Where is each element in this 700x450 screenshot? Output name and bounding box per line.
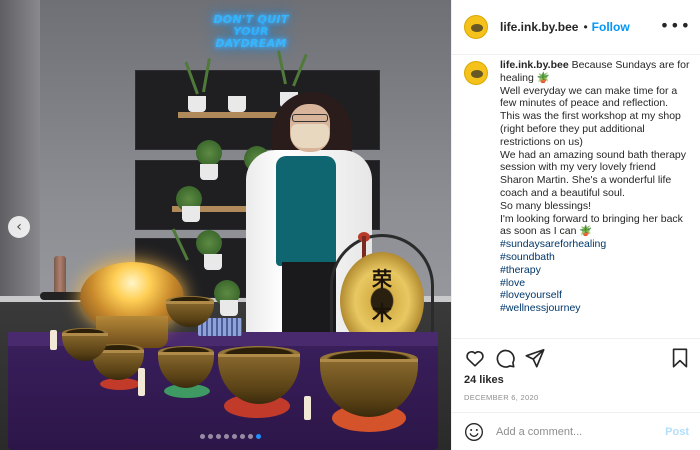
- carousel-dot: [232, 434, 237, 439]
- caption-username[interactable]: life.ink.by.bee: [500, 59, 569, 71]
- caption-line: This was the first workshop at my shop (…: [500, 110, 681, 148]
- person-shirt: [276, 156, 336, 266]
- share-icon: [525, 348, 545, 368]
- follow-button[interactable]: Follow: [592, 20, 630, 34]
- caption-line: I'm looking forward to bringing her back…: [500, 212, 683, 238]
- caption-text: life.ink.by.bee Because Sundays are for …: [500, 59, 691, 338]
- candle: [304, 396, 311, 420]
- plant: [196, 230, 222, 256]
- hashtag-link[interactable]: #wellnessjourney: [500, 302, 691, 315]
- plant: [196, 140, 222, 166]
- carousel-dot: [248, 434, 253, 439]
- caption-line: We had an amazing sound bath therapy ses…: [500, 148, 687, 199]
- separator-dot: •: [583, 20, 588, 34]
- carousel-dot: [208, 434, 213, 439]
- bookmark-icon: [672, 348, 688, 368]
- comment-input[interactable]: [496, 425, 666, 438]
- post-side-panel: life.ink.by.bee • Follow ••• life.ink.by…: [451, 0, 700, 450]
- comment-bar: Post: [452, 412, 700, 450]
- more-options-icon[interactable]: •••: [660, 18, 691, 34]
- carousel-indicator: [200, 434, 261, 439]
- side-table: [40, 292, 84, 300]
- post-date[interactable]: DECEMBER 6, 2020: [464, 393, 538, 402]
- post-comment-button[interactable]: Post: [665, 426, 689, 438]
- chevron-left-icon: ‹: [16, 219, 22, 235]
- heart-icon: [466, 351, 484, 367]
- post-photo[interactable]: DON'T QUIT YOUR DAYDREAM 荣 木 ‹: [0, 0, 451, 450]
- carousel-dot: [200, 434, 205, 439]
- previous-photo-button[interactable]: ‹: [8, 216, 30, 238]
- plant-pot: [188, 96, 206, 112]
- hashtag-link[interactable]: #loveyourself: [500, 289, 691, 302]
- candle: [50, 330, 57, 350]
- plant-pot: [200, 164, 218, 180]
- carousel-dot: [224, 434, 229, 439]
- post-header: life.ink.by.bee • Follow •••: [452, 0, 700, 55]
- hashtag-link[interactable]: #therapy: [500, 264, 691, 277]
- smiley-icon[interactable]: [464, 422, 484, 442]
- plant-pot: [204, 254, 222, 270]
- hashtag-link[interactable]: #love: [500, 277, 691, 290]
- carousel-dot: [216, 434, 221, 439]
- plant-pot: [182, 206, 200, 222]
- avatar[interactable]: [464, 15, 488, 39]
- person-glasses: [292, 114, 328, 122]
- neon-sign: DON'T QUIT YOUR DAYDREAM: [213, 13, 289, 50]
- plant-pot: [228, 96, 246, 112]
- avatar[interactable]: [464, 61, 488, 85]
- carousel-dot: [240, 434, 245, 439]
- caption-area[interactable]: life.ink.by.bee Because Sundays are for …: [452, 55, 700, 338]
- wall: [0, 0, 40, 300]
- plant-pot: [220, 300, 238, 316]
- caption-line: So many blessings!: [500, 199, 592, 212]
- like-button[interactable]: [464, 347, 486, 369]
- shelf: [178, 112, 288, 118]
- hashtag-link[interactable]: #sundaysareforhealing: [500, 238, 691, 251]
- hashtag-link[interactable]: #soundbath: [500, 251, 691, 264]
- candle: [138, 368, 145, 396]
- caption-line: Well everyday we can make time for a few…: [500, 84, 678, 110]
- caption-first-line: life.ink.by.bee Because Sundays are for …: [500, 59, 691, 85]
- carousel-dot: [256, 434, 261, 439]
- header-username[interactable]: life.ink.by.bee: [500, 20, 578, 34]
- share-button[interactable]: [524, 347, 546, 369]
- comment-icon: [496, 349, 515, 368]
- person-pants: [282, 262, 336, 342]
- gong-symbol: 荣 木: [372, 267, 392, 325]
- post-actions: [452, 338, 700, 376]
- likes-count[interactable]: 24 likes: [464, 374, 504, 386]
- comment-button[interactable]: [494, 347, 516, 369]
- person-mask: [291, 124, 329, 148]
- save-button[interactable]: [669, 347, 691, 369]
